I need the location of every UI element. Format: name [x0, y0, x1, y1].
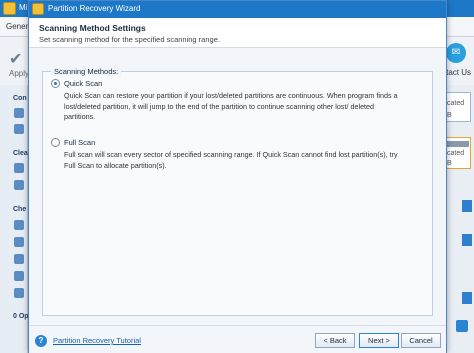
dialog-footer: ? Partition Recovery Tutorial < Back Nex… [29, 325, 446, 353]
dialog-title: Partition Recovery Wizard [48, 4, 141, 13]
back-button[interactable]: < Back [315, 333, 355, 348]
contact-mail-icon[interactable]: ✉ [446, 43, 466, 63]
sidebar-action-icon[interactable] [14, 237, 24, 247]
menu-general[interactable]: Gener [6, 22, 28, 31]
page-subtitle: Set scanning method for the specified sc… [39, 35, 220, 44]
help-icon[interactable]: ? [35, 335, 47, 347]
page-title: Scanning Method Settings [39, 23, 146, 33]
partition-recovery-tutorial-link[interactable]: Partition Recovery Tutorial [53, 336, 141, 345]
sidebar-section-convert: Con [13, 95, 27, 102]
sidebar-action-icon[interactable] [14, 288, 24, 298]
disk-block[interactable] [462, 200, 472, 212]
app-logo-icon [3, 2, 16, 15]
dialog-titlebar[interactable]: Partition Recovery Wizard [29, 1, 446, 18]
next-button[interactable]: Next > [359, 333, 399, 348]
sidebar-action-icon[interactable] [14, 180, 24, 190]
contact-us-label[interactable]: tact Us [446, 68, 471, 77]
scanning-methods-label: Scanning Methods: [51, 67, 122, 76]
app-title: Mi [19, 3, 28, 12]
disk-block[interactable] [462, 234, 472, 246]
partition-label: cated [447, 100, 465, 107]
sidebar-action-icon[interactable] [14, 163, 24, 173]
quick-scan-description: Quick Scan can restore your partition if… [64, 91, 398, 121]
wizard-logo-icon [32, 3, 44, 15]
sidebar-section-check: Che [13, 206, 27, 213]
sidebar-action-icon[interactable] [14, 271, 24, 281]
quick-scan-label[interactable]: Quick Scan [64, 79, 102, 88]
sidebar-action-icon[interactable] [14, 108, 24, 118]
apply-check-icon[interactable]: ✔ [9, 49, 22, 69]
full-scan-description: Full scan will scan every sector of spec… [64, 150, 398, 170]
partition-label: cated [447, 150, 465, 157]
sidebar-action-icon[interactable] [14, 220, 24, 230]
full-scan-radio[interactable] [51, 138, 60, 147]
quick-scan-radio[interactable] [51, 79, 60, 88]
pending-operations-label: 0 Op [13, 313, 29, 320]
apply-button-label[interactable]: Apply [9, 69, 29, 78]
cancel-button[interactable]: Cancel [401, 333, 441, 348]
sidebar-action-icon[interactable] [14, 124, 24, 134]
partition-size: B [447, 160, 452, 167]
partition-recovery-dialog: Partition Recovery Wizard Scanning Metho… [28, 0, 447, 353]
sidebar-action-icon[interactable] [14, 254, 24, 264]
disk-block[interactable] [462, 292, 472, 304]
scroll-indicator[interactable] [456, 320, 468, 332]
full-scan-label[interactable]: Full Scan [64, 138, 95, 147]
sidebar-section-clean: Clea [13, 150, 28, 157]
partition-usage-bar [447, 141, 469, 147]
partition-size: B [447, 112, 452, 119]
dialog-header: Scanning Method Settings Set scanning me… [29, 18, 446, 48]
